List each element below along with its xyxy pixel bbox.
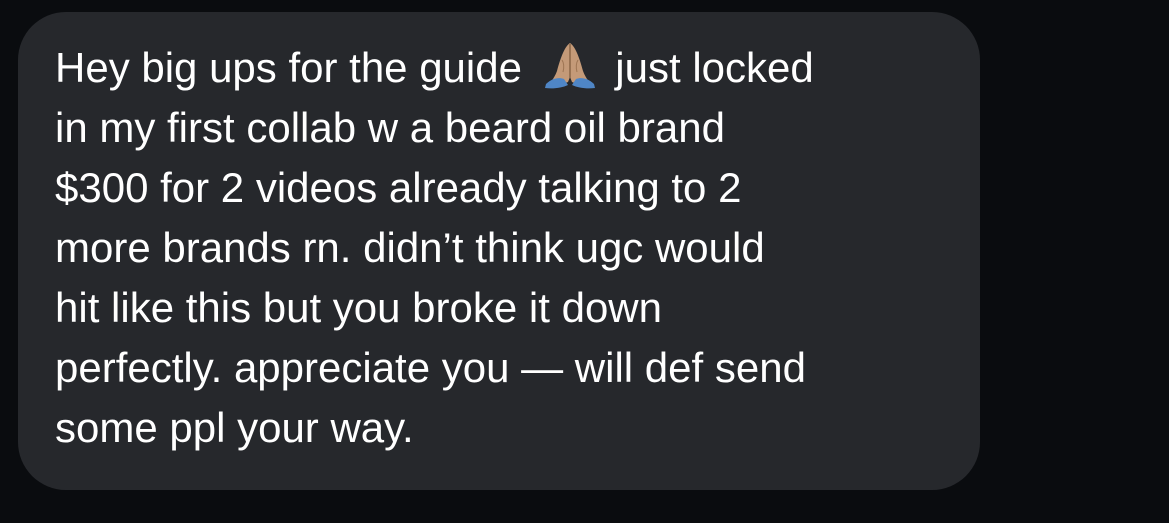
message-line-1: Hey big ups for the guide just locked [55, 38, 814, 98]
message-line-6: perfectly. appreciate you — will def sen… [55, 344, 806, 391]
message-line-4: more brands rn. didn’t think ugc would [55, 224, 765, 271]
message-line-1-start: Hey big ups for the guide [55, 44, 534, 91]
message-line-3: $300 for 2 videos already talking to 2 [55, 164, 742, 211]
message-line-2: in my first collab w a beard oil brand [55, 104, 725, 151]
message-line-7: some ppl your way. [55, 404, 414, 451]
message-text: Hey big ups for the guide just locked in… [55, 38, 814, 458]
folded-hands-icon [544, 43, 595, 89]
message-line-5: hit like this but you broke it down [55, 284, 662, 331]
message-line-1-end: just locked [603, 44, 814, 91]
